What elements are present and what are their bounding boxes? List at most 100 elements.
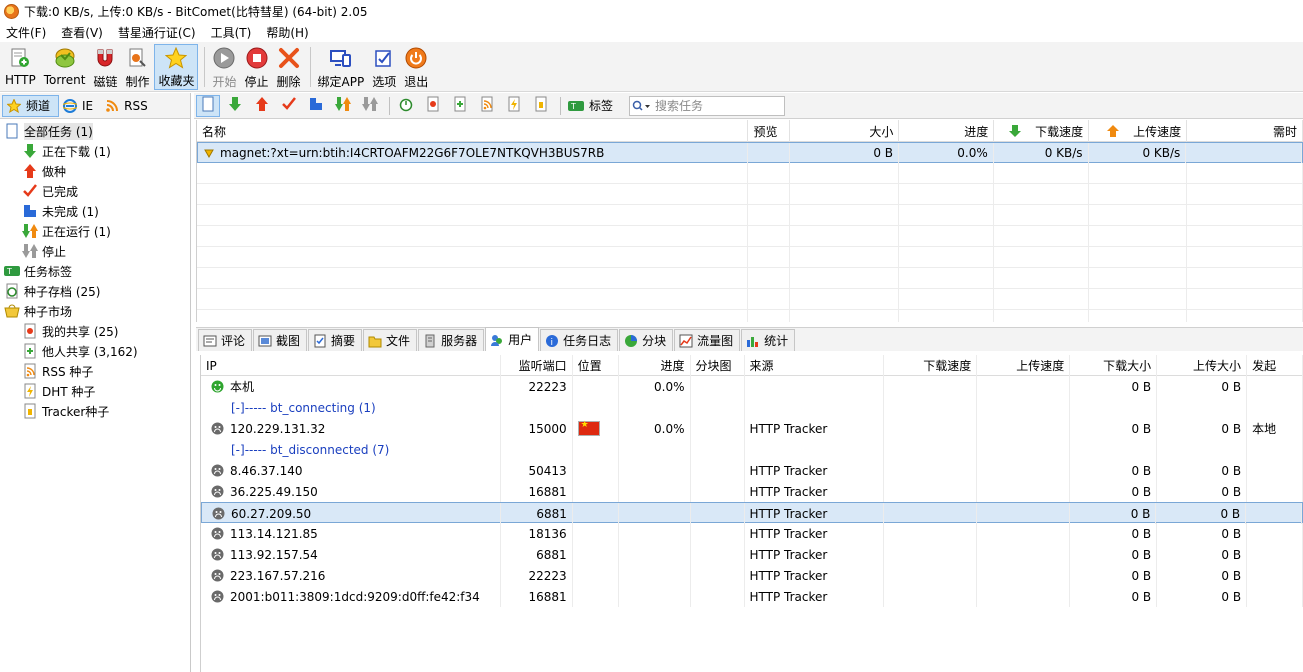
tree-item[interactable]: Tracker种子 bbox=[0, 401, 190, 421]
peer-port: 22223 bbox=[501, 376, 573, 397]
peers-column-header[interactable]: 进度 bbox=[619, 355, 691, 376]
tree-item[interactable]: 正在运行 (1) bbox=[0, 221, 190, 241]
exit-button[interactable]: 退出 bbox=[401, 44, 431, 90]
tree-item[interactable]: 正在下载 (1) bbox=[0, 141, 190, 161]
completed-filter-button[interactable] bbox=[277, 95, 301, 117]
column-progress[interactable]: 进度 bbox=[899, 120, 995, 142]
tree-item[interactable]: 停止 bbox=[0, 241, 190, 261]
import-filter-button[interactable] bbox=[421, 95, 445, 117]
peer-row[interactable]: 223.167.57.216 22223 HTTP Tracker 0 B0 B bbox=[201, 565, 1303, 586]
tab-task-log[interactable]: i 任务日志 bbox=[540, 329, 619, 351]
column-name[interactable]: 名称 bbox=[197, 120, 749, 142]
tab-peers[interactable]: 用户 bbox=[485, 327, 540, 351]
empty-cell bbox=[748, 289, 791, 309]
peers-column-header[interactable]: 上传速度 bbox=[977, 355, 1071, 376]
http-button[interactable]: HTTP bbox=[2, 44, 39, 90]
peer-row[interactable]: 113.14.121.85 18136 HTTP Tracker 0 B0 B bbox=[201, 523, 1303, 544]
peer-uploaded: 0 B bbox=[1156, 503, 1247, 524]
peer-group-label[interactable]: [-]----- bt_connecting (1) bbox=[231, 401, 376, 415]
menu-tools[interactable]: 工具(T) bbox=[211, 24, 259, 41]
all-tasks-filter-button[interactable] bbox=[196, 94, 220, 117]
peer-row[interactable]: 120.229.131.32 15000 0.0% HTTP Tracker 0 B0 … bbox=[201, 418, 1303, 439]
peer-row[interactable]: 8.46.37.140 50413 HTTP Tracker 0 B0 B bbox=[201, 460, 1303, 481]
search-box[interactable] bbox=[629, 95, 786, 116]
incomplete-filter-button[interactable] bbox=[304, 95, 328, 117]
menu-file[interactable]: 文件(F) bbox=[6, 24, 53, 41]
peer-row[interactable]: 36.225.49.150 16881 HTTP Tracker 0 B0 B bbox=[201, 481, 1303, 502]
tree-item[interactable]: 全部任务 (1) bbox=[0, 121, 190, 141]
torrent-button[interactable]: Torrent bbox=[41, 44, 89, 90]
tree-item[interactable]: RSS 种子 bbox=[0, 361, 190, 381]
peers-column-header[interactable]: 上传大小 bbox=[1157, 355, 1248, 376]
peers-column-header[interactable]: 下载大小 bbox=[1070, 355, 1158, 376]
stopped-filter-button[interactable] bbox=[358, 95, 382, 117]
peers-column-header[interactable]: 下载速度 bbox=[884, 355, 978, 376]
folder-icon bbox=[368, 334, 382, 348]
tree-item[interactable]: 种子市场 bbox=[0, 301, 190, 321]
scheduled-filter-button[interactable] bbox=[394, 95, 418, 117]
tree-item[interactable]: 做种 bbox=[0, 161, 190, 181]
search-input[interactable] bbox=[655, 98, 776, 113]
tab-channel[interactable]: 频道 bbox=[2, 94, 60, 117]
rss-filter-button[interactable] bbox=[475, 95, 499, 117]
peer-uploaded: 0 B bbox=[1157, 544, 1248, 565]
bind-app-button[interactable]: 绑定APP bbox=[315, 44, 368, 90]
seeding-filter-button[interactable] bbox=[250, 95, 274, 117]
column-preview[interactable]: 预览 bbox=[748, 120, 791, 142]
tree-item[interactable]: 他人共享 (3,162) bbox=[0, 341, 190, 361]
downloading-filter-button[interactable] bbox=[223, 95, 247, 117]
export-filter-button[interactable] bbox=[448, 95, 472, 117]
tab-rss[interactable]: RSS bbox=[101, 95, 156, 117]
tree-item[interactable]: 我的共享 (25) bbox=[0, 321, 190, 341]
column-upload-speed[interactable]: 上传速度 bbox=[1089, 120, 1188, 142]
disconnected-face-icon bbox=[211, 464, 224, 477]
tab-ie[interactable]: IE bbox=[59, 95, 101, 117]
tree-item[interactable]: 种子存档 (25) bbox=[0, 281, 190, 301]
tab-files[interactable]: 文件 bbox=[363, 329, 418, 351]
column-download-speed[interactable]: 下载速度 bbox=[994, 120, 1090, 142]
tab-traffic[interactable]: 流量图 bbox=[674, 329, 741, 351]
peer-row[interactable]: 本机 22223 0.0% 0 B0 B bbox=[201, 376, 1303, 397]
tab-servers[interactable]: 服务器 bbox=[418, 329, 485, 351]
column-size[interactable]: 大小 bbox=[790, 120, 900, 142]
tab-statistics[interactable]: 统计 bbox=[741, 329, 796, 351]
tree-item[interactable]: DHT 种子 bbox=[0, 381, 190, 401]
menu-view[interactable]: 查看(V) bbox=[61, 24, 110, 41]
peer-group-label[interactable]: [-]----- bt_disconnected (7) bbox=[231, 443, 389, 457]
screenshot-icon bbox=[258, 334, 272, 348]
peers-column-header[interactable]: 分块图 bbox=[691, 355, 745, 376]
start-button[interactable]: 开始 bbox=[209, 44, 239, 90]
favorites-button[interactable]: 收藏夹 bbox=[154, 44, 199, 90]
peer-group-row[interactable]: [-]----- bt_disconnected (7) bbox=[201, 439, 1303, 460]
tree-item[interactable]: 未完成 (1) bbox=[0, 201, 190, 221]
tab-summary[interactable]: 摘要 bbox=[308, 329, 363, 351]
peer-row[interactable]: 60.27.209.50 6881 HTTP Tracker 0 B0 B bbox=[201, 502, 1303, 524]
tag-button[interactable]: T 标签 bbox=[565, 95, 619, 117]
peer-row[interactable]: 113.92.157.54 6881 HTTP Tracker 0 B0 B bbox=[201, 544, 1303, 565]
peers-column-header[interactable]: 监听端口 bbox=[501, 355, 573, 376]
peers-column-header[interactable]: 发起 bbox=[1247, 355, 1303, 376]
tree-item[interactable]: T 任务标签 bbox=[0, 261, 190, 281]
running-filter-button[interactable] bbox=[331, 95, 355, 117]
magnet-button[interactable]: 磁链 bbox=[90, 44, 120, 90]
menu-help[interactable]: 帮助(H) bbox=[266, 24, 315, 41]
options-button[interactable]: 选项 bbox=[369, 44, 399, 90]
peer-source bbox=[745, 376, 885, 397]
stop-button[interactable]: 停止 bbox=[242, 44, 272, 90]
menu-passport[interactable]: 彗星通行证(C) bbox=[118, 24, 203, 41]
peer-row[interactable]: 2001:b011:3809:1dcd:9209:d0ff:fe42:f34 16… bbox=[201, 586, 1303, 607]
peers-column-header[interactable]: 位置 bbox=[573, 355, 619, 376]
tab-pieces[interactable]: 分块 bbox=[619, 329, 674, 351]
column-time[interactable]: 需时 bbox=[1187, 120, 1303, 142]
tracker-filter-button[interactable] bbox=[529, 95, 553, 117]
delete-button[interactable]: 删除 bbox=[274, 44, 304, 90]
tree-item[interactable]: 已完成 bbox=[0, 181, 190, 201]
tab-comments[interactable]: 评论 bbox=[198, 329, 253, 351]
peers-column-header[interactable]: IP bbox=[201, 355, 501, 376]
peers-column-header[interactable]: 来源 bbox=[745, 355, 885, 376]
make-torrent-button[interactable]: 制作 bbox=[122, 44, 152, 90]
peer-group-row[interactable]: [-]----- bt_connecting (1) bbox=[201, 397, 1303, 418]
tab-screenshots[interactable]: 截图 bbox=[253, 329, 308, 351]
dht-filter-button[interactable] bbox=[502, 95, 526, 117]
task-row[interactable]: magnet:?xt=urn:btih:I4CRTOAFM22G6F7OLE7N… bbox=[197, 142, 1303, 163]
